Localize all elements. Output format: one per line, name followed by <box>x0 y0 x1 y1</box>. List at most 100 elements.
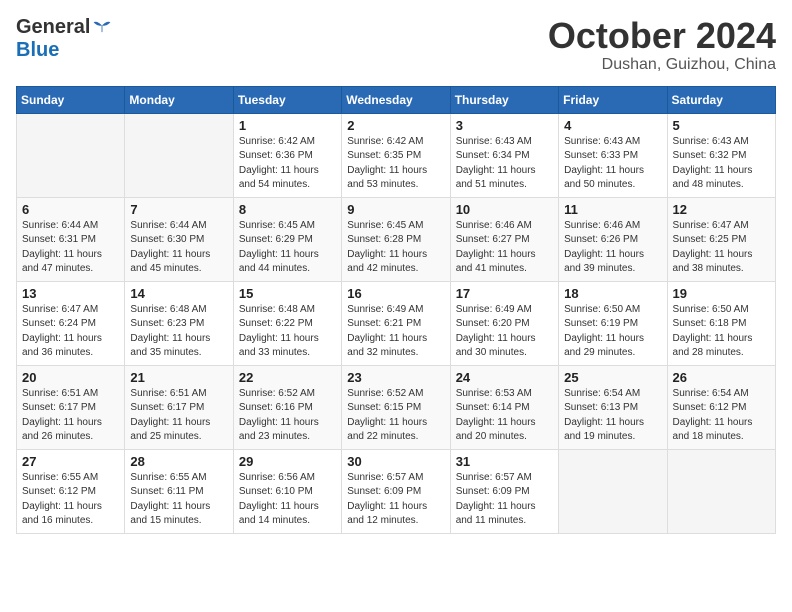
calendar-header-row: SundayMondayTuesdayWednesdayThursdayFrid… <box>17 86 776 113</box>
calendar-day-cell: 3 Sunrise: 6:43 AM Sunset: 6:34 PM Daylig… <box>450 113 558 197</box>
calendar-day-cell: 20Sunrise: 6:51 AM Sunset: 6:17 PM Dayli… <box>17 365 125 449</box>
day-info: Sunrise: 6:49 AM Sunset: 6:20 PM Dayligh… <box>456 303 553 361</box>
day-info: Sunrise: 6:54 AM Sunset: 6:12 PM Dayligh… <box>673 387 770 445</box>
day-number: 23 <box>347 370 444 385</box>
day-info: Sunrise: 6:53 AM Sunset: 6:14 PM Dayligh… <box>456 387 553 445</box>
day-number: 12 <box>673 202 770 217</box>
day-info: Sunrise: 6:49 AM Sunset: 6:21 PM Dayligh… <box>347 303 444 361</box>
day-info: Sunrise: 6:46 AM Sunset: 6:27 PM Dayligh… <box>456 219 553 277</box>
day-info: Sunrise: 6:45 AM Sunset: 6:29 PM Dayligh… <box>239 219 336 277</box>
day-info: Sunrise: 6:57 AM Sunset: 6:09 PM Dayligh… <box>347 471 444 529</box>
day-number: 15 <box>239 286 336 301</box>
calendar-week-row: 13 Sunrise: 6:47 AM Sunset: 6:24 PM Dayli… <box>17 281 776 365</box>
day-info: Sunrise: 6:57 AM Sunset: 6:09 PM Dayligh… <box>456 471 553 529</box>
calendar-body: 1Sunrise: 6:42 AM Sunset: 6:36 PM Daylig… <box>17 113 776 533</box>
calendar-day-cell: 23 Sunrise: 6:52 AM Sunset: 6:15 PM Dayli… <box>342 365 450 449</box>
day-number: 18 <box>564 286 661 301</box>
day-number: 8 <box>239 202 336 217</box>
day-info: Sunrise: 6:46 AM Sunset: 6:26 PM Dayligh… <box>564 219 661 277</box>
calendar-day-cell: 11Sunrise: 6:46 AM Sunset: 6:26 PM Dayli… <box>559 197 667 281</box>
day-number: 22 <box>239 370 336 385</box>
day-number: 25 <box>564 370 661 385</box>
day-info: Sunrise: 6:43 AM Sunset: 6:33 PM Dayligh… <box>564 135 661 193</box>
day-number: 19 <box>673 286 770 301</box>
day-info: Sunrise: 6:45 AM Sunset: 6:28 PM Dayligh… <box>347 219 444 277</box>
day-info: Sunrise: 6:43 AM Sunset: 6:34 PM Dayligh… <box>456 135 553 193</box>
day-number: 17 <box>456 286 553 301</box>
calendar-day-cell: 24Sunrise: 6:53 AM Sunset: 6:14 PM Dayli… <box>450 365 558 449</box>
day-info: Sunrise: 6:52 AM Sunset: 6:16 PM Dayligh… <box>239 387 336 445</box>
day-number: 14 <box>130 286 227 301</box>
calendar-day-cell: 22 Sunrise: 6:52 AM Sunset: 6:16 PM Dayli… <box>233 365 341 449</box>
bird-icon <box>92 20 112 36</box>
day-info: Sunrise: 6:51 AM Sunset: 6:17 PM Dayligh… <box>130 387 227 445</box>
day-of-week-header: Monday <box>125 86 233 113</box>
day-number: 28 <box>130 454 227 469</box>
calendar-week-row: 6 Sunrise: 6:44 AM Sunset: 6:31 PM Daylig… <box>17 197 776 281</box>
page-header: General Blue October 2024 Dushan, Guizho… <box>16 16 776 74</box>
day-number: 26 <box>673 370 770 385</box>
day-info: Sunrise: 6:52 AM Sunset: 6:15 PM Dayligh… <box>347 387 444 445</box>
calendar-day-cell: 26 Sunrise: 6:54 AM Sunset: 6:12 PM Dayli… <box>667 365 775 449</box>
calendar-day-cell: 14Sunrise: 6:48 AM Sunset: 6:23 PM Dayli… <box>125 281 233 365</box>
calendar-day-cell: 2 Sunrise: 6:42 AM Sunset: 6:35 PM Daylig… <box>342 113 450 197</box>
day-of-week-header: Tuesday <box>233 86 341 113</box>
calendar-day-cell: 16 Sunrise: 6:49 AM Sunset: 6:21 PM Dayli… <box>342 281 450 365</box>
day-info: Sunrise: 6:55 AM Sunset: 6:12 PM Dayligh… <box>22 471 119 529</box>
day-of-week-header: Friday <box>559 86 667 113</box>
calendar-day-cell: 8 Sunrise: 6:45 AM Sunset: 6:29 PM Daylig… <box>233 197 341 281</box>
calendar-week-row: 27Sunrise: 6:55 AM Sunset: 6:12 PM Dayli… <box>17 449 776 533</box>
title-block: October 2024 Dushan, Guizhou, China <box>548 16 776 74</box>
calendar-day-cell: 30 Sunrise: 6:57 AM Sunset: 6:09 PM Dayli… <box>342 449 450 533</box>
day-info: Sunrise: 6:47 AM Sunset: 6:24 PM Dayligh… <box>22 303 119 361</box>
calendar-day-cell: 1Sunrise: 6:42 AM Sunset: 6:36 PM Daylig… <box>233 113 341 197</box>
day-number: 10 <box>456 202 553 217</box>
day-number: 29 <box>239 454 336 469</box>
calendar-day-cell: 17 Sunrise: 6:49 AM Sunset: 6:20 PM Dayli… <box>450 281 558 365</box>
calendar-day-cell: 13 Sunrise: 6:47 AM Sunset: 6:24 PM Dayli… <box>17 281 125 365</box>
calendar-week-row: 20 Sunrise: 6:51 AM Sunset: 6:17 PM Dayli… <box>17 365 776 449</box>
day-info: Sunrise: 6:42 AM Sunset: 6:35 PM Dayligh… <box>347 135 444 193</box>
day-number: 3 <box>456 118 553 133</box>
calendar-day-cell <box>559 449 667 533</box>
day-of-week-header: Thursday <box>450 86 558 113</box>
calendar-day-cell: 19 Sunrise: 6:50 AM Sunset: 6:18 PM Dayli… <box>667 281 775 365</box>
day-number: 13 <box>22 286 119 301</box>
day-number: 7 <box>130 202 227 217</box>
calendar-day-cell: 31Sunrise: 6:57 AM Sunset: 6:09 PM Dayli… <box>450 449 558 533</box>
day-info: Sunrise: 6:42 AM Sunset: 6:36 PM Dayligh… <box>239 135 336 193</box>
calendar-day-cell: 18 Sunrise: 6:50 AM Sunset: 6:19 PM Dayli… <box>559 281 667 365</box>
day-of-week-header: Sunday <box>17 86 125 113</box>
calendar-day-cell: 6 Sunrise: 6:44 AM Sunset: 6:31 PM Daylig… <box>17 197 125 281</box>
calendar-day-cell: 4 Sunrise: 6:43 AM Sunset: 6:33 PM Daylig… <box>559 113 667 197</box>
day-info: Sunrise: 6:55 AM Sunset: 6:11 PM Dayligh… <box>130 471 227 529</box>
day-info: Sunrise: 6:44 AM Sunset: 6:30 PM Dayligh… <box>130 219 227 277</box>
calendar-day-cell: 9Sunrise: 6:45 AM Sunset: 6:28 PM Daylig… <box>342 197 450 281</box>
calendar-day-cell: 25Sunrise: 6:54 AM Sunset: 6:13 PM Dayli… <box>559 365 667 449</box>
logo: General Blue <box>16 16 112 62</box>
day-number: 16 <box>347 286 444 301</box>
day-info: Sunrise: 6:44 AM Sunset: 6:31 PM Dayligh… <box>22 219 119 277</box>
logo-general: General <box>16 16 90 39</box>
day-number: 21 <box>130 370 227 385</box>
day-info: Sunrise: 6:50 AM Sunset: 6:18 PM Dayligh… <box>673 303 770 361</box>
day-number: 2 <box>347 118 444 133</box>
day-info: Sunrise: 6:50 AM Sunset: 6:19 PM Dayligh… <box>564 303 661 361</box>
day-number: 6 <box>22 202 119 217</box>
day-info: Sunrise: 6:43 AM Sunset: 6:32 PM Dayligh… <box>673 135 770 193</box>
calendar-day-cell: 21 Sunrise: 6:51 AM Sunset: 6:17 PM Dayli… <box>125 365 233 449</box>
day-number: 4 <box>564 118 661 133</box>
day-number: 5 <box>673 118 770 133</box>
calendar-day-cell: 29 Sunrise: 6:56 AM Sunset: 6:10 PM Dayli… <box>233 449 341 533</box>
logo-blue: Blue <box>16 39 59 62</box>
calendar-day-cell: 5 Sunrise: 6:43 AM Sunset: 6:32 PM Daylig… <box>667 113 775 197</box>
day-of-week-header: Saturday <box>667 86 775 113</box>
calendar-table: SundayMondayTuesdayWednesdayThursdayFrid… <box>16 86 776 534</box>
calendar-day-cell: 10 Sunrise: 6:46 AM Sunset: 6:27 PM Dayli… <box>450 197 558 281</box>
day-number: 20 <box>22 370 119 385</box>
day-number: 30 <box>347 454 444 469</box>
calendar-day-cell: 15Sunrise: 6:48 AM Sunset: 6:22 PM Dayli… <box>233 281 341 365</box>
day-of-week-header: Wednesday <box>342 86 450 113</box>
calendar-day-cell <box>17 113 125 197</box>
day-info: Sunrise: 6:56 AM Sunset: 6:10 PM Dayligh… <box>239 471 336 529</box>
